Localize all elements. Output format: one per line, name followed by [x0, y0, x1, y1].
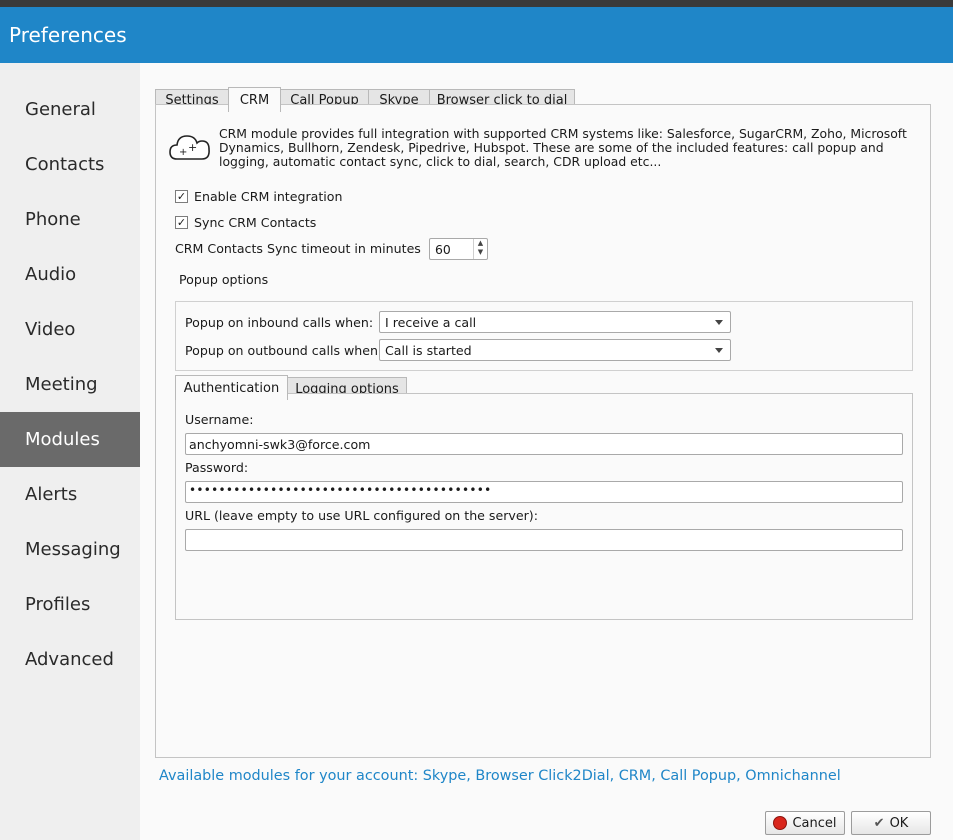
url-field[interactable]	[185, 529, 903, 551]
cancel-icon	[773, 816, 788, 830]
sidebar-item-advanced[interactable]: Advanced	[0, 632, 140, 687]
enable-crm-checkbox[interactable]: ✓	[175, 190, 188, 203]
password-field[interactable]: ••••••••••••••••••••••••••••••••••••••••…	[185, 481, 903, 503]
outbound-select[interactable]: Call is started	[379, 339, 731, 361]
authentication-panel: Username: anchyomni-swk3@force.com Passw…	[175, 393, 913, 620]
tab-crm[interactable]: CRM	[228, 87, 281, 112]
username-label: Username:	[185, 412, 254, 427]
cloud-plus-icon: + +	[168, 131, 212, 167]
tab-authentication[interactable]: Authentication	[175, 375, 288, 400]
sync-crm-label: Sync CRM Contacts	[194, 215, 317, 230]
password-label: Password:	[185, 460, 249, 475]
title-bar: Preferences	[0, 7, 953, 63]
inbound-value: I receive a call	[385, 315, 477, 330]
sidebar-item-video[interactable]: Video	[0, 302, 140, 357]
sidebar-item-contacts[interactable]: Contacts	[0, 137, 140, 192]
sidebar-item-modules[interactable]: Modules	[0, 412, 140, 467]
sidebar-item-general[interactable]: General	[0, 82, 140, 137]
sidebar-item-profiles[interactable]: Profiles	[0, 577, 140, 632]
chevron-down-icon	[715, 320, 723, 325]
username-value: anchyomni-swk3@force.com	[189, 437, 371, 452]
ok-label: OK	[889, 815, 909, 831]
sync-timeout-value: 60	[435, 242, 451, 257]
sidebar-item-phone[interactable]: Phone	[0, 192, 140, 247]
available-modules-note: Available modules for your account: Skyp…	[159, 768, 841, 784]
sidebar-item-alerts[interactable]: Alerts	[0, 467, 140, 522]
sync-timeout-label: CRM Contacts Sync timeout in minutes	[175, 241, 421, 256]
sidebar-item-audio[interactable]: Audio	[0, 247, 140, 302]
sync-crm-row: ✓ Sync CRM Contacts	[175, 215, 316, 230]
sidebar-item-meeting[interactable]: Meeting	[0, 357, 140, 412]
svg-text:+: +	[188, 141, 197, 154]
ok-button[interactable]: ✔ OK	[851, 811, 931, 835]
outbound-value: Call is started	[385, 343, 472, 358]
svg-text:+: +	[179, 147, 187, 158]
crm-panel: + + CRM module provides full integration…	[155, 104, 931, 758]
inbound-label: Popup on inbound calls when:	[185, 315, 374, 330]
url-label: URL (leave empty to use URL configured o…	[185, 508, 538, 523]
password-value: ••••••••••••••••••••••••••••••••••••••••…	[189, 483, 492, 497]
enable-crm-label: Enable CRM integration	[194, 189, 343, 204]
sidebar-item-messaging[interactable]: Messaging	[0, 522, 140, 577]
sync-timeout-spinbox[interactable]: 60 ▲ ▼	[429, 238, 488, 260]
outbound-label: Popup on outbound calls when:	[185, 343, 383, 358]
sync-crm-checkbox[interactable]: ✓	[175, 216, 188, 229]
cancel-label: Cancel	[792, 815, 837, 831]
popup-options-title: Popup options	[179, 272, 269, 287]
window-top-strip	[0, 0, 953, 7]
check-icon: ✔	[873, 815, 885, 831]
window-title: Preferences	[9, 23, 127, 47]
inbound-select[interactable]: I receive a call	[379, 311, 731, 333]
popup-options-group: Popup on inbound calls when: I receive a…	[175, 301, 913, 371]
chevron-down-icon	[715, 348, 723, 353]
spin-arrows-icon[interactable]: ▲ ▼	[473, 239, 487, 259]
username-field[interactable]: anchyomni-swk3@force.com	[185, 433, 903, 455]
cancel-button[interactable]: Cancel	[765, 811, 845, 835]
main-content: Settings CRM Call Popup Skype Browser cl…	[140, 63, 953, 840]
crm-description: CRM module provides full integration wit…	[219, 126, 907, 169]
sidebar: General Contacts Phone Audio Video Meeti…	[0, 63, 140, 840]
enable-crm-row: ✓ Enable CRM integration	[175, 189, 343, 204]
